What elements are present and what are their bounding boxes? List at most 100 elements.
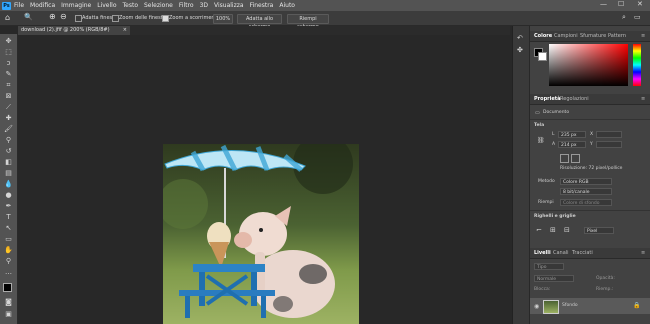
- properties-menu-icon[interactable]: ≡: [641, 94, 645, 104]
- zoom-tool-icon[interactable]: 🔍: [24, 13, 33, 21]
- menu-file[interactable]: File: [14, 2, 24, 9]
- height-field[interactable]: 214 px: [558, 141, 586, 148]
- tab-sfumature[interactable]: Sfumature: [580, 31, 606, 41]
- menu-testo[interactable]: Testo: [123, 2, 139, 9]
- zoom-100-button[interactable]: 100%: [213, 14, 233, 24]
- path-selection-tool-icon[interactable]: ↖: [4, 224, 13, 232]
- color-picker-field[interactable]: [549, 44, 628, 86]
- move-tool-icon[interactable]: ✥: [4, 37, 13, 45]
- width-field[interactable]: 235 px: [558, 131, 586, 138]
- x-label: X: [590, 132, 594, 137]
- lasso-tool-icon[interactable]: ↄ: [4, 59, 13, 67]
- tab-tracciati[interactable]: Tracciati: [572, 248, 593, 258]
- history-panel-icon[interactable]: ↶: [517, 34, 523, 42]
- divider: [530, 119, 650, 120]
- dodge-tool-icon[interactable]: ●: [4, 191, 13, 199]
- home-icon[interactable]: ⌂: [5, 13, 10, 22]
- tab-canali[interactable]: Canali: [553, 248, 569, 258]
- healing-brush-tool-icon[interactable]: ✚: [4, 114, 13, 122]
- marquee-tool-icon[interactable]: ⬚: [4, 48, 13, 56]
- screen-mode-icon[interactable]: ▣: [4, 310, 13, 318]
- hand-tool-icon[interactable]: ✋: [4, 246, 13, 254]
- zoom-out-icon[interactable]: ⊖: [60, 12, 67, 21]
- brush-tool-icon[interactable]: 🖌: [4, 125, 13, 133]
- foreground-color-swatch[interactable]: [3, 283, 12, 292]
- x-field[interactable]: [596, 131, 622, 138]
- menu-visualizza[interactable]: Visualizza: [214, 2, 244, 9]
- tab-pattern[interactable]: Pattern: [608, 31, 626, 41]
- close-window-button[interactable]: ✕: [637, 0, 643, 8]
- brush-settings-panel-icon[interactable]: ✤: [517, 46, 523, 54]
- toolbar: ✥ ⬚ ↄ ✎ ⌗ ⊠ ⟋ ✚ 🖌 ⚲ ↺ ◧ ▤ 💧 ● ✒ T ↖ ▭ ✋ …: [0, 34, 18, 324]
- zoom-finestre-checkbox[interactable]: [112, 15, 119, 22]
- document-image[interactable]: [163, 144, 359, 324]
- adatta-finestra-checkbox[interactable]: [75, 15, 82, 22]
- frame-tool-icon[interactable]: ⊠: [4, 92, 13, 100]
- zoom-scorrimento-checkbox[interactable]: [162, 15, 169, 22]
- zoom-in-icon[interactable]: ⊕: [49, 12, 56, 21]
- guides-icon[interactable]: ⊟: [564, 226, 570, 234]
- grid-icon[interactable]: ⊞: [550, 226, 556, 234]
- landscape-orientation-icon[interactable]: [571, 154, 580, 163]
- y-field[interactable]: [596, 141, 622, 148]
- type-tool-icon[interactable]: T: [4, 213, 13, 221]
- close-tab-icon[interactable]: ×: [123, 26, 127, 35]
- rectangle-tool-icon[interactable]: ▭: [4, 235, 13, 243]
- document-label: Documento: [543, 110, 570, 115]
- layer-thumbnail: [543, 300, 559, 314]
- panel-icon-column: ↶ ✤: [512, 26, 529, 324]
- maximize-button[interactable]: ☐: [618, 0, 624, 8]
- minimize-button[interactable]: —: [600, 0, 607, 8]
- riempi-select[interactable]: Colore di sfondo: [560, 199, 612, 206]
- blur-tool-icon[interactable]: 💧: [4, 180, 13, 188]
- ruler-icon[interactable]: ⌐: [536, 226, 542, 234]
- zoom-finestre-label: Zoom delle finestre: [119, 15, 168, 21]
- menu-immagine[interactable]: Immagine: [61, 2, 91, 9]
- righelli-section-title: Righelli e griglie: [534, 214, 576, 219]
- tab-regolazioni[interactable]: Regolazioni: [560, 94, 589, 104]
- eraser-tool-icon[interactable]: ◧: [4, 158, 13, 166]
- tab-proprieta[interactable]: Proprietà: [534, 94, 560, 104]
- tab-livelli[interactable]: Livelli: [534, 248, 551, 258]
- metodo-select[interactable]: Colore RGB: [560, 178, 612, 185]
- properties-panel-tabs: Proprietà Regolazioni ≡: [530, 94, 650, 105]
- history-brush-tool-icon[interactable]: ↺: [4, 147, 13, 155]
- eyedropper-tool-icon[interactable]: ⟋: [4, 103, 13, 111]
- blend-mode-select[interactable]: Normale: [534, 275, 574, 282]
- link-icon[interactable]: ⛓: [537, 137, 545, 144]
- hue-slider[interactable]: [633, 44, 641, 86]
- menu-3d[interactable]: 3D: [200, 2, 208, 9]
- clone-stamp-tool-icon[interactable]: ⚲: [4, 136, 13, 144]
- visibility-eye-icon[interactable]: ◉: [534, 303, 539, 310]
- layer-filter-select[interactable]: Tipo: [534, 263, 564, 270]
- crop-tool-icon[interactable]: ⌗: [4, 81, 13, 89]
- gradient-tool-icon[interactable]: ▤: [4, 169, 13, 177]
- panel-menu-icon[interactable]: ≡: [641, 31, 645, 41]
- menu-livello[interactable]: Livello: [97, 2, 116, 9]
- search-icon[interactable]: ⌕: [622, 13, 626, 22]
- menu-finestra[interactable]: Finestra: [250, 2, 274, 9]
- menu-aiuto[interactable]: Aiuto: [279, 2, 295, 9]
- menu-selezione[interactable]: Selezione: [144, 2, 173, 9]
- portrait-orientation-icon[interactable]: [560, 154, 569, 163]
- unit-select[interactable]: Pixel: [584, 227, 614, 234]
- quick-mask-icon[interactable]: ◙: [4, 298, 13, 306]
- bit-depth-select[interactable]: 8 bit/canale: [560, 188, 612, 195]
- metodo-label: Metodo: [538, 179, 555, 184]
- layers-menu-icon[interactable]: ≡: [641, 248, 645, 258]
- zoom-tool-side-icon[interactable]: ⚲: [4, 257, 13, 265]
- menu-filtro[interactable]: Filtro: [179, 2, 194, 9]
- quick-selection-tool-icon[interactable]: ✎: [4, 70, 13, 78]
- lock-icon[interactable]: 🔒: [633, 302, 640, 309]
- more-tools-icon[interactable]: …: [4, 268, 13, 276]
- menu-modifica[interactable]: Modifica: [30, 2, 55, 9]
- adatta-schermo-button[interactable]: Adatta allo schermo: [237, 14, 282, 30]
- pen-tool-icon[interactable]: ✒: [4, 202, 13, 210]
- tab-campioni[interactable]: Campioni: [554, 31, 578, 41]
- workspace-icon[interactable]: ▭: [634, 13, 641, 21]
- color-background-swatch[interactable]: [538, 52, 547, 61]
- document-tab[interactable]: download (2).jfif @ 200% (RGB/8#) ×: [18, 26, 130, 35]
- riempi-schermo-button[interactable]: Riempi schermo: [287, 14, 329, 30]
- tab-colore[interactable]: Colore: [534, 31, 552, 41]
- layer-row-sfondo[interactable]: ◉ Sfondo 🔒: [530, 298, 650, 314]
